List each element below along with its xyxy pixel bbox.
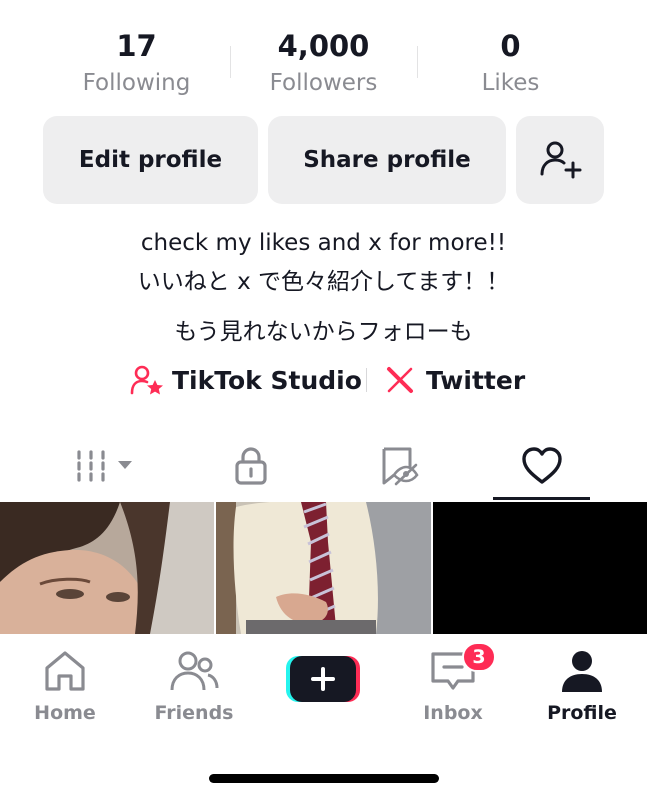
add-friend-button[interactable] bbox=[516, 116, 604, 204]
likes-label: Likes bbox=[481, 70, 540, 96]
tiktok-studio-link[interactable]: TikTok Studio bbox=[130, 362, 362, 398]
followers-label: Followers bbox=[269, 70, 378, 96]
following-count: 17 bbox=[116, 29, 157, 63]
links-divider bbox=[366, 368, 367, 392]
tab-reposts[interactable] bbox=[348, 434, 448, 498]
profile-icon bbox=[562, 651, 602, 692]
edit-profile-label: Edit profile bbox=[78, 147, 223, 173]
nav-profile-label: Profile bbox=[547, 702, 617, 724]
bio-line-1: check my likes and x for more!! bbox=[140, 230, 507, 256]
grid-sort-icon bbox=[77, 450, 132, 482]
create-button[interactable] bbox=[268, 654, 378, 708]
following-stat[interactable]: 17 Following bbox=[43, 28, 230, 98]
home-icon bbox=[45, 651, 85, 691]
tab-videos-grid[interactable] bbox=[56, 434, 156, 498]
home-indicator[interactable] bbox=[209, 774, 439, 783]
plus-icon bbox=[286, 656, 360, 702]
lock-icon bbox=[235, 447, 267, 485]
edit-profile-button[interactable]: Edit profile bbox=[43, 116, 258, 204]
following-label: Following bbox=[82, 70, 191, 96]
friends-icon bbox=[170, 651, 219, 691]
followers-count: 4,000 bbox=[277, 29, 370, 63]
twitter-link[interactable]: Twitter bbox=[386, 362, 525, 398]
likes-count: 0 bbox=[500, 29, 521, 63]
video-thumbnail-image bbox=[0, 502, 214, 634]
inbox-badge: 3 bbox=[462, 642, 496, 672]
video-thumbnail[interactable] bbox=[216, 502, 431, 634]
nav-profile[interactable]: Profile bbox=[527, 648, 637, 724]
video-thumbnail[interactable] bbox=[433, 502, 647, 634]
bookmark-eye-icon bbox=[382, 447, 419, 486]
active-tab-indicator bbox=[493, 497, 590, 500]
nav-home[interactable]: Home bbox=[10, 648, 120, 724]
bio-line-2: いいねと x で色々紹介してます！！ bbox=[137, 269, 510, 295]
nav-inbox-label: Inbox bbox=[423, 702, 483, 724]
likes-stat[interactable]: 0 Likes bbox=[417, 28, 604, 98]
profile-links: TikTok Studio Twitter bbox=[0, 362, 647, 398]
x-logo-icon bbox=[387, 367, 413, 393]
share-profile-button[interactable]: Share profile bbox=[268, 116, 506, 204]
nav-friends[interactable]: Friends bbox=[139, 648, 249, 724]
bio-line-3: もう見れないからフォローも bbox=[174, 319, 473, 345]
tab-private[interactable] bbox=[201, 434, 301, 498]
video-thumbnail-image bbox=[216, 502, 431, 634]
twitter-label: Twitter bbox=[426, 365, 526, 395]
share-profile-label: Share profile bbox=[303, 147, 471, 173]
add-person-icon bbox=[540, 141, 582, 179]
nav-friends-label: Friends bbox=[154, 702, 234, 724]
inbox-badge-count: 3 bbox=[472, 646, 486, 668]
heart-icon bbox=[522, 447, 562, 484]
video-thumbnail[interactable] bbox=[0, 502, 214, 634]
nav-home-label: Home bbox=[34, 702, 96, 724]
profile-stats: 17 Following 4,000 Followers 0 Likes bbox=[43, 28, 604, 102]
tiktok-studio-label: TikTok Studio bbox=[172, 365, 362, 395]
tab-liked[interactable] bbox=[492, 434, 592, 498]
followers-stat[interactable]: 4,000 Followers bbox=[230, 28, 417, 98]
studio-person-star-icon bbox=[130, 365, 163, 395]
